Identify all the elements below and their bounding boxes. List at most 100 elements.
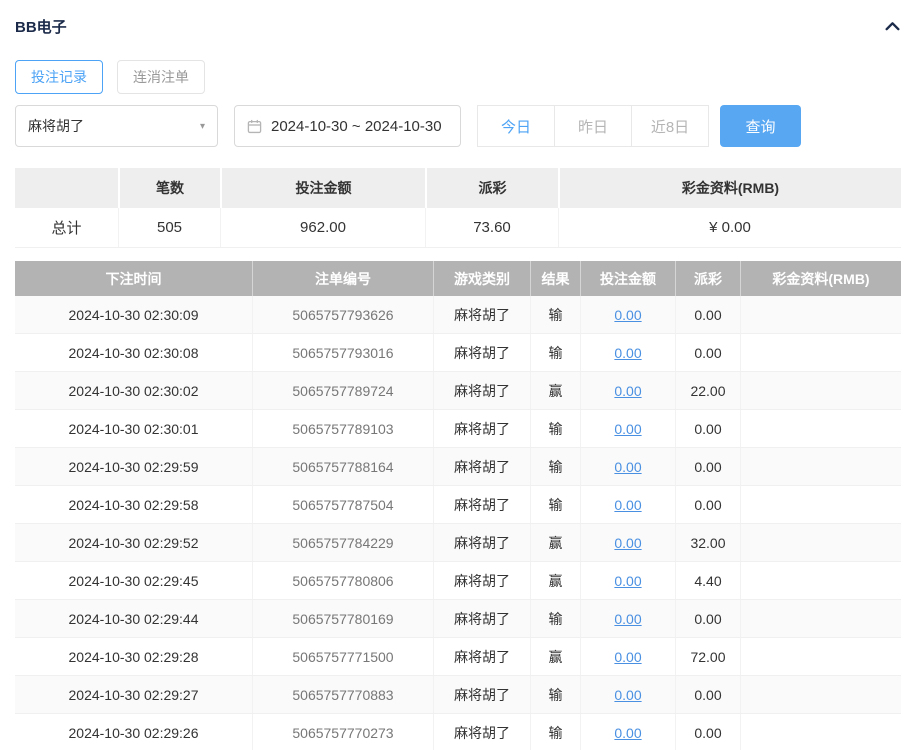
bet-amount-link[interactable]: 0.00 bbox=[614, 345, 641, 361]
bonus-cell bbox=[740, 296, 901, 333]
game-type-cell: 麻将胡了 bbox=[433, 676, 530, 713]
bet-time-cell: 2024-10-30 02:29:52 bbox=[68, 534, 199, 551]
bet-time-cell: 2024-10-30 02:29:58 bbox=[68, 496, 199, 513]
game-type-cell: 麻将胡了 bbox=[433, 410, 530, 447]
bonus-cell bbox=[740, 334, 901, 371]
quick-today-button[interactable]: 今日 bbox=[477, 105, 555, 147]
bet-amount-link[interactable]: 0.00 bbox=[614, 687, 641, 703]
bet-time-cell: 2024-10-30 02:30:02 bbox=[68, 382, 199, 399]
game-type-cell: 麻将胡了 bbox=[433, 334, 530, 371]
bet-table: 下注时间 注单编号 游戏类别 结果 投注金额 派彩 彩金资料(RMB) 2024… bbox=[15, 261, 901, 750]
game-type-cell: 麻将胡了 bbox=[433, 638, 530, 675]
bet-amount-cell: 0.00 bbox=[580, 486, 675, 523]
result-cell: 输 bbox=[530, 714, 580, 750]
summary-header-row: 笔数 投注金额 派彩 彩金资料(RMB) bbox=[15, 168, 901, 208]
table-row: 2024-10-30 02:29:26 5065757770273 麻将胡了 输… bbox=[15, 714, 901, 750]
result-cell: 输 bbox=[530, 676, 580, 713]
summary-total-count: 505 bbox=[118, 208, 220, 247]
bet-id-cell: 5065757793016 bbox=[252, 334, 433, 371]
header-bet-id: 注单编号 bbox=[252, 261, 433, 296]
payout-cell: 0.00 bbox=[675, 676, 740, 713]
bet-amount-cell: 0.00 bbox=[580, 410, 675, 447]
payout-cell: 72.00 bbox=[675, 638, 740, 675]
bonus-cell bbox=[740, 600, 901, 637]
game-type-cell: 麻将胡了 bbox=[433, 296, 530, 333]
bonus-cell bbox=[740, 714, 901, 750]
bet-id-cell: 5065757771500 bbox=[252, 638, 433, 675]
date-range-value: 2024-10-30 ~ 2024-10-30 bbox=[271, 117, 442, 135]
game-type-select-value: 麻将胡了 bbox=[28, 118, 84, 134]
bet-amount-cell: 0.00 bbox=[580, 334, 675, 371]
bonus-cell bbox=[740, 676, 901, 713]
result-cell: 输 bbox=[530, 334, 580, 371]
tab-bet-records[interactable]: 投注记录 bbox=[15, 60, 103, 94]
game-type-select[interactable]: 麻将胡了 ▾ bbox=[15, 105, 218, 147]
game-type-cell: 麻将胡了 bbox=[433, 486, 530, 523]
bet-amount-cell: 0.00 bbox=[580, 600, 675, 637]
bet-id-cell: 5065757789103 bbox=[252, 410, 433, 447]
bet-amount-cell: 0.00 bbox=[580, 638, 675, 675]
bet-amount-link[interactable]: 0.00 bbox=[614, 725, 641, 741]
bonus-cell bbox=[740, 638, 901, 675]
bet-id-cell: 5065757788164 bbox=[252, 448, 433, 485]
bonus-cell bbox=[740, 562, 901, 599]
bet-amount-cell: 0.00 bbox=[580, 562, 675, 599]
payout-cell: 0.00 bbox=[675, 486, 740, 523]
header-payout: 派彩 bbox=[675, 261, 740, 296]
chevron-down-icon: ▾ bbox=[199, 120, 205, 132]
query-button[interactable]: 查询 bbox=[720, 105, 801, 147]
table-row: 2024-10-30 02:29:28 5065757771500 麻将胡了 赢… bbox=[15, 638, 901, 676]
calendar-icon bbox=[247, 119, 262, 134]
bet-amount-link[interactable]: 0.00 bbox=[614, 649, 641, 665]
bet-amount-cell: 0.00 bbox=[580, 676, 675, 713]
collapse-chevron-up-icon[interactable] bbox=[884, 18, 901, 35]
table-row: 2024-10-30 02:30:08 5065757793016 麻将胡了 输… bbox=[15, 334, 901, 372]
bet-table-header-row: 下注时间 注单编号 游戏类别 结果 投注金额 派彩 彩金资料(RMB) bbox=[15, 261, 901, 296]
result-cell: 赢 bbox=[530, 524, 580, 561]
date-range-picker[interactable]: 2024-10-30 ~ 2024-10-30 bbox=[234, 105, 461, 147]
summary-header-count: 笔数 bbox=[118, 168, 220, 208]
result-cell: 输 bbox=[530, 486, 580, 523]
bet-amount-link[interactable]: 0.00 bbox=[614, 421, 641, 437]
summary-header-bonus: 彩金资料(RMB) bbox=[558, 168, 901, 208]
bet-amount-link[interactable]: 0.00 bbox=[614, 383, 641, 399]
payout-cell: 0.00 bbox=[675, 448, 740, 485]
bet-amount-cell: 0.00 bbox=[580, 524, 675, 561]
game-type-cell: 麻将胡了 bbox=[433, 448, 530, 485]
summary-total-bonus: ¥ 0.00 bbox=[558, 208, 901, 247]
quick-last8days-button[interactable]: 近8日 bbox=[631, 105, 709, 147]
bet-amount-link[interactable]: 0.00 bbox=[614, 611, 641, 627]
bet-amount-link[interactable]: 0.00 bbox=[614, 573, 641, 589]
result-cell: 输 bbox=[530, 448, 580, 485]
summary-header-bet-amount: 投注金额 bbox=[220, 168, 425, 208]
game-type-cell: 麻将胡了 bbox=[433, 600, 530, 637]
table-row: 2024-10-30 02:30:01 5065757789103 麻将胡了 输… bbox=[15, 410, 901, 448]
bet-amount-link[interactable]: 0.00 bbox=[614, 459, 641, 475]
table-row: 2024-10-30 02:29:27 5065757770883 麻将胡了 输… bbox=[15, 676, 901, 714]
bet-amount-link[interactable]: 0.00 bbox=[614, 497, 641, 513]
quick-yesterday-button[interactable]: 昨日 bbox=[554, 105, 632, 147]
result-cell: 赢 bbox=[530, 562, 580, 599]
bet-time-cell: 2024-10-30 02:29:27 bbox=[68, 686, 199, 703]
bet-amount-link[interactable]: 0.00 bbox=[614, 535, 641, 551]
bonus-cell bbox=[740, 372, 901, 409]
tab-chain-cancel-bets[interactable]: 连消注单 bbox=[117, 60, 205, 94]
bet-amount-cell: 0.00 bbox=[580, 296, 675, 333]
quick-range-group: 今日 昨日 近8日 bbox=[477, 105, 709, 147]
bet-time-cell: 2024-10-30 02:30:09 bbox=[68, 306, 199, 323]
page-title: BB电子 bbox=[15, 18, 67, 36]
header-bet-amount: 投注金额 bbox=[580, 261, 675, 296]
game-type-cell: 麻将胡了 bbox=[433, 372, 530, 409]
bet-id-cell: 5065757780169 bbox=[252, 600, 433, 637]
bet-amount-link[interactable]: 0.00 bbox=[614, 307, 641, 323]
summary-table: 笔数 投注金额 派彩 彩金资料(RMB) 总计 505 962.00 73.60… bbox=[15, 168, 901, 248]
bet-amount-cell: 0.00 bbox=[580, 714, 675, 750]
table-row: 2024-10-30 02:29:59 5065757788164 麻将胡了 输… bbox=[15, 448, 901, 486]
summary-header-empty bbox=[15, 168, 118, 208]
summary-total-label: 总计 bbox=[51, 220, 82, 237]
bet-time-cell: 2024-10-30 02:29:28 bbox=[68, 648, 199, 665]
payout-cell: 0.00 bbox=[675, 600, 740, 637]
bonus-cell bbox=[740, 486, 901, 523]
payout-cell: 0.00 bbox=[675, 334, 740, 371]
summary-total-bet-amount: 962.00 bbox=[220, 208, 425, 247]
